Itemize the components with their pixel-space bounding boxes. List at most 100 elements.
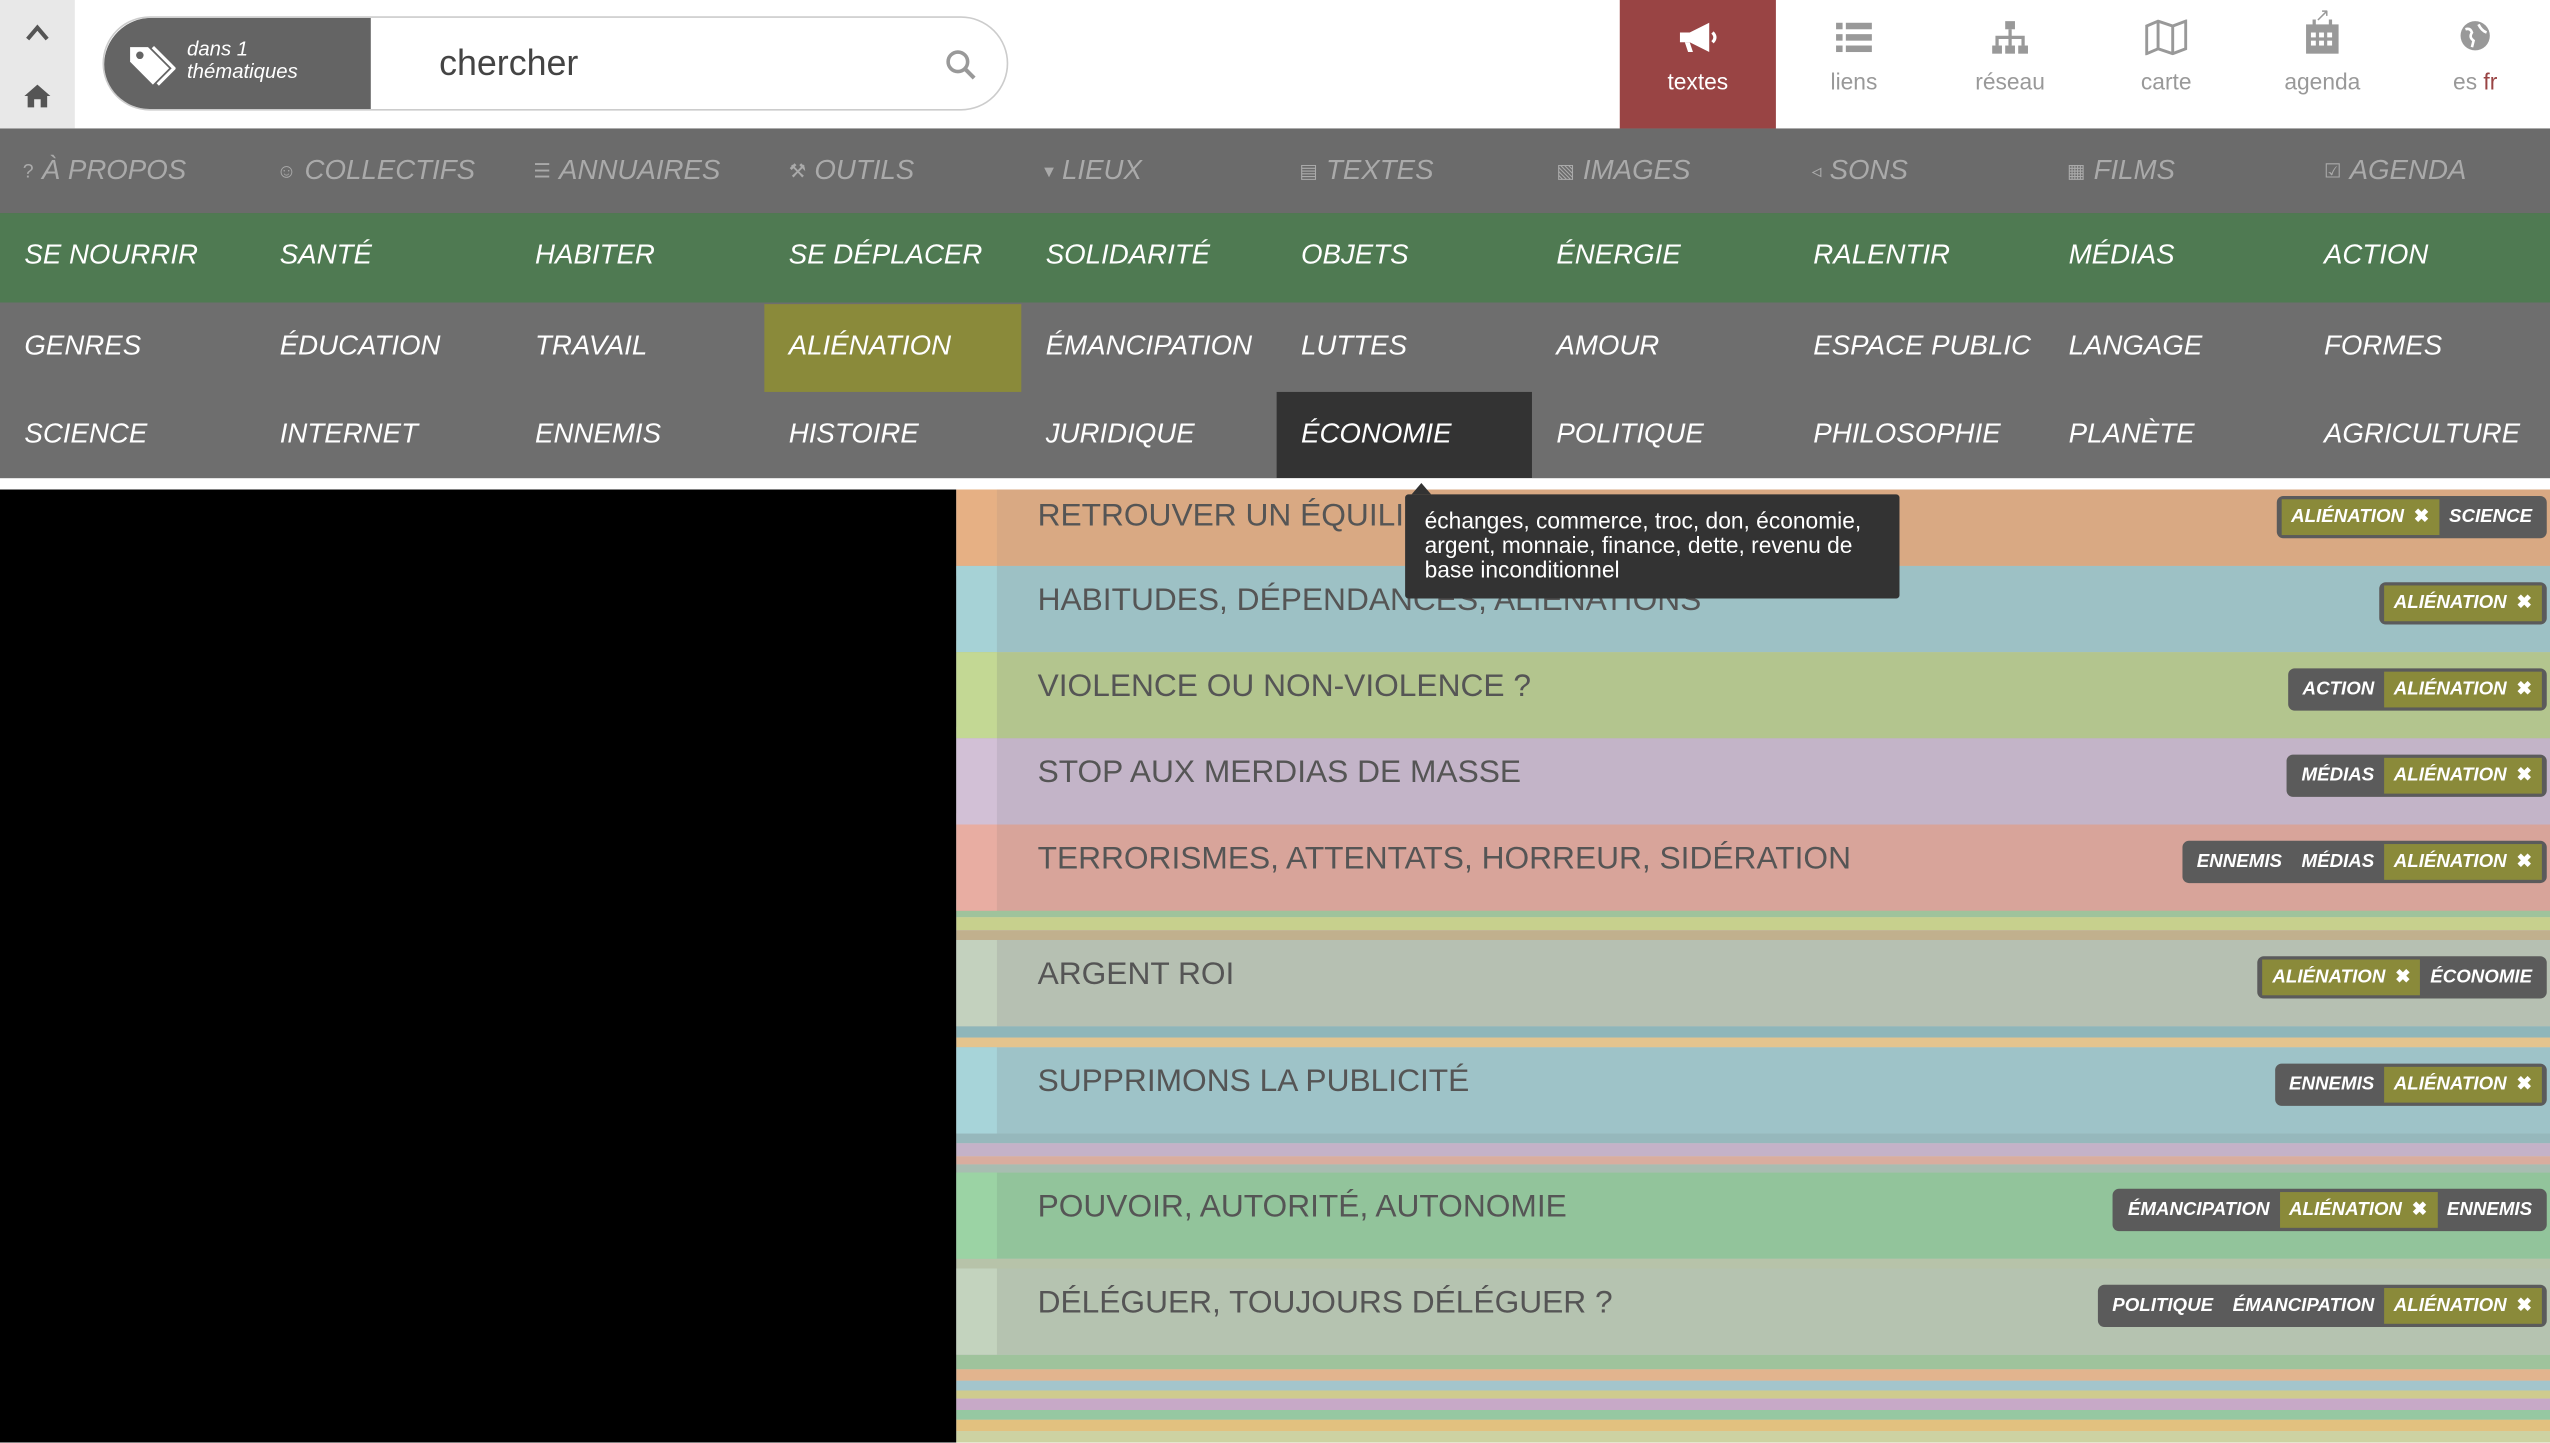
remove-tag-icon[interactable]: ✖ — [2395, 968, 2411, 988]
article-title[interactable]: DÉLÉGUER, TOUJOURS DÉLÉGUER ? — [1038, 1285, 1613, 1322]
article-tag[interactable]: ALIÉNATION ✖ — [2384, 844, 2542, 880]
remove-tag-icon[interactable]: ✖ — [2516, 852, 2532, 872]
article-tag[interactable]: ALIÉNATION ✖ — [2262, 959, 2421, 996]
theme-3-6[interactable]: ÉCONOMIE — [1276, 391, 1532, 480]
tab-carte[interactable]: carte — [2088, 0, 2244, 128]
menu-item-2[interactable]: ☺ COLLECTIFS — [276, 128, 475, 213]
theme-3-4[interactable]: HISTOIRE — [764, 392, 1021, 480]
remove-tag-icon[interactable]: ✖ — [2516, 1075, 2532, 1095]
article-tag[interactable]: ALIÉNATION ✖ — [2384, 671, 2542, 708]
article-tag[interactable]: MÉDIAS — [2292, 758, 2384, 794]
tab-textes[interactable]: textes — [1619, 0, 1776, 129]
theme-1-5[interactable]: SOLIDARITÉ — [1021, 213, 1276, 301]
menu-item-4[interactable]: ⚒ OUTILS — [789, 128, 915, 213]
article-tag[interactable]: ALIÉNATION ✖ — [2279, 1192, 2438, 1228]
menu-item-7[interactable]: ▧ IMAGES — [1556, 128, 1690, 213]
article-title[interactable]: STOP AUX MERDIAS DE MASSE — [1038, 755, 1521, 792]
theme-2-1[interactable]: GENRES — [0, 304, 255, 392]
theme-1-4[interactable]: SE DÉPLACER — [764, 213, 1021, 301]
article-tag[interactable]: SCIENCE — [2439, 499, 2542, 535]
remove-tag-icon[interactable]: ✖ — [2516, 1296, 2532, 1316]
theme-3-3[interactable]: ENNEMIS — [511, 392, 765, 480]
menu-item-6[interactable]: ▤ TEXTES — [1299, 128, 1433, 213]
article-row[interactable]: ARGENT ROI ALIÉNATION ✖ ÉCONOMIE — [956, 939, 2550, 1027]
article-title[interactable]: ARGENT ROI — [1038, 956, 1235, 993]
theme-3-2[interactable]: INTERNET — [255, 392, 510, 480]
theme-2-6[interactable]: LUTTES — [1277, 304, 1532, 392]
menu-item-3[interactable]: ☰ ANNUAIRES — [533, 128, 720, 213]
tab-agenda[interactable]: agenda ↗ — [2244, 0, 2400, 128]
article-tag[interactable]: ACTION — [2293, 672, 2384, 708]
theme-1-1[interactable]: SE NOURRIR — [0, 213, 255, 301]
article-tag[interactable]: ALIÉNATION ✖ — [2281, 499, 2440, 536]
article-title[interactable]: TERRORISMES, ATTENTATS, HORREUR, SIDÉRAT… — [1038, 841, 1851, 878]
remove-tag-icon[interactable]: ✖ — [2516, 594, 2532, 614]
article-tag[interactable]: ALIÉNATION ✖ — [2384, 1288, 2542, 1324]
theme-2-2[interactable]: ÉDUCATION — [255, 304, 510, 392]
theme-3-8[interactable]: PHILOSOPHIE — [1789, 392, 2044, 480]
remove-tag-icon[interactable]: ✖ — [2516, 680, 2532, 700]
article-row[interactable]: SUPPRIMONS LA PUBLICITÉ ENNEMIS ALIÉNATION… — [956, 1047, 2550, 1134]
menu-item-10[interactable]: ☑ AGENDA — [2324, 128, 2466, 213]
article-title[interactable]: SUPPRIMONS LA PUBLICITÉ — [1038, 1064, 1470, 1101]
remove-tag-icon[interactable]: ✖ — [2412, 1200, 2428, 1220]
film-icon: ▦ — [2067, 159, 2086, 183]
theme-3-5[interactable]: JURIDIQUE — [1021, 392, 1276, 480]
menu-item-8[interactable]: ◃ SONS — [1812, 128, 1908, 213]
article-tag[interactable]: ÉMANCIPATION — [2223, 1288, 2384, 1324]
menu-item-1[interactable]: ? À PROPOS — [23, 128, 186, 213]
theme-3-9[interactable]: PLANÈTE — [2044, 392, 2299, 480]
article-color-bar — [956, 652, 997, 739]
theme-3-1[interactable]: SCIENCE — [0, 392, 255, 480]
theme-1-2[interactable]: SANTÉ — [255, 213, 510, 301]
theme-1-7[interactable]: ÉNERGIE — [1532, 213, 1789, 301]
theme-1-3[interactable]: HABITER — [511, 213, 765, 301]
theme-1-9[interactable]: MÉDIAS — [2044, 213, 2299, 301]
tab-liens[interactable]: liens — [1776, 0, 1932, 128]
article-row[interactable]: TERRORISMES, ATTENTATS, HORREUR, SIDÉRAT… — [956, 824, 2550, 911]
home-button[interactable] — [0, 63, 75, 126]
remove-tag-icon[interactable]: ✖ — [2414, 507, 2430, 527]
article-tag[interactable]: ÉCONOMIE — [2421, 960, 2542, 996]
article-title[interactable]: VIOLENCE OU NON-VIOLENCE ? — [1038, 668, 1531, 705]
menu-item-5[interactable]: ▾ LIEUX — [1044, 128, 1142, 213]
article-tag[interactable]: ALIÉNATION ✖ — [2384, 585, 2542, 622]
menu-item-9[interactable]: ▦ FILMS — [2067, 128, 2175, 213]
theme-1-6[interactable]: OBJETS — [1277, 213, 1532, 301]
article-row[interactable]: POUVOIR, AUTORITÉ, AUTONOMIE ÉMANCIPATION… — [956, 1172, 2550, 1259]
theme-scope-pill[interactable]: dans 1 thématiques — [104, 17, 371, 109]
theme-2-10[interactable]: FORMES — [2300, 304, 2550, 392]
article-tag[interactable]: ALIÉNATION ✖ — [2384, 757, 2542, 794]
theme-2-7[interactable]: AMOUR — [1532, 304, 1789, 392]
tab-reseau[interactable]: réseau — [1932, 0, 2088, 128]
article-row[interactable]: VIOLENCE OU NON-VIOLENCE ? ACTION ALIÉNATI… — [956, 652, 2550, 739]
theme-2-9[interactable]: LANGAGE — [2044, 304, 2299, 392]
article-tag[interactable]: MÉDIAS — [2292, 844, 2384, 880]
theme-3-7[interactable]: POLITIQUE — [1532, 392, 1789, 480]
article-tag[interactable]: ENNEMIS — [2279, 1067, 2384, 1103]
theme-1-10[interactable]: ACTION — [2300, 213, 2550, 301]
theme-2-8[interactable]: ESPACE PUBLIC — [1789, 304, 2044, 392]
article-tag[interactable]: ÉMANCIPATION — [2118, 1192, 2279, 1228]
remove-tag-icon[interactable]: ✖ — [2516, 766, 2532, 786]
article-title[interactable]: POUVOIR, AUTORITÉ, AUTONOMIE — [1038, 1189, 1567, 1226]
list-separator-stripe — [956, 1354, 2550, 1370]
article-row[interactable]: DÉLÉGUER, TOUJOURS DÉLÉGUER ? POLITIQUE ÉM… — [956, 1268, 2550, 1355]
search-input[interactable]: chercher — [439, 42, 578, 84]
article-tag[interactable]: ALIÉNATION ✖ — [2384, 1066, 2542, 1103]
theme-2-3[interactable]: TRAVAIL — [511, 304, 765, 392]
theme-1-8[interactable]: RALENTIR — [1789, 213, 2044, 301]
article-tags: MÉDIAS ALIÉNATION ✖ — [2286, 754, 2547, 797]
article-tag[interactable]: ENNEMIS — [2187, 844, 2292, 880]
article-row[interactable]: STOP AUX MERDIAS DE MASSE MÉDIAS ALIÉNATIO… — [956, 738, 2550, 825]
language-fr[interactable]: fr — [2483, 68, 2497, 94]
search-icon[interactable] — [945, 49, 978, 82]
tag-label: ALIÉNATION — [2393, 765, 2507, 786]
article-tag[interactable]: POLITIQUE — [2103, 1288, 2223, 1324]
theme-3-10[interactable]: AGRICULTURE — [2300, 392, 2550, 480]
article-tag[interactable]: ENNEMIS — [2437, 1192, 2542, 1228]
language-es[interactable]: es — [2453, 68, 2477, 94]
theme-2-5[interactable]: ÉMANCIPATION — [1021, 304, 1276, 392]
theme-2-4[interactable]: ALIÉNATION — [764, 304, 1022, 392]
collapse-button[interactable] — [0, 0, 75, 63]
